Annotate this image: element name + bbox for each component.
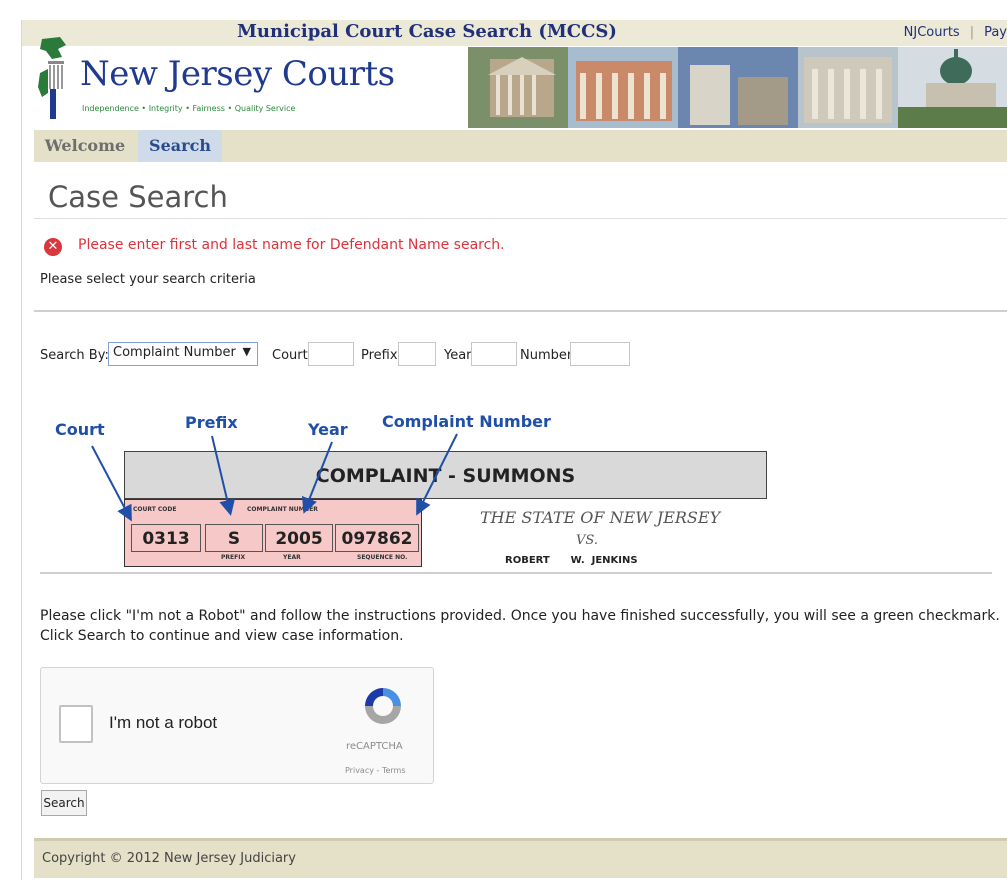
courthouse-photos-image bbox=[468, 47, 1007, 128]
number-input[interactable] bbox=[570, 342, 630, 366]
error-message: Please enter first and last name for Def… bbox=[78, 237, 505, 253]
search-by-selected-value: Complaint Number bbox=[113, 345, 236, 360]
page-title: Case Search bbox=[48, 180, 228, 214]
pay-link[interactable]: Pay bbox=[984, 25, 1007, 40]
court-input[interactable] bbox=[308, 342, 354, 366]
tab-search[interactable]: Search bbox=[138, 130, 222, 162]
logo-wordmark: New Jersey Courts bbox=[80, 54, 395, 94]
annotation-court: Court bbox=[55, 420, 105, 439]
number-label: Number bbox=[520, 348, 573, 363]
sequence-value: 097862 bbox=[335, 524, 419, 552]
prefix-input[interactable] bbox=[398, 342, 436, 366]
prefix-value: S bbox=[205, 524, 263, 552]
complaint-number-block: COURT CODE COMPLAINT NUMBER 0313 S 2005 … bbox=[124, 499, 422, 567]
recaptcha-logo-icon bbox=[365, 688, 401, 724]
year-sub-label: YEAR bbox=[283, 554, 301, 561]
logo-tagline: Independence • Integrity • Fairness • Qu… bbox=[82, 104, 296, 113]
dropdown-arrow-icon: ▼ bbox=[242, 345, 251, 358]
year-input[interactable] bbox=[471, 342, 517, 366]
court-code-value: 0313 bbox=[131, 524, 201, 552]
frame-border bbox=[21, 20, 22, 880]
recaptcha-checkbox[interactable] bbox=[59, 705, 93, 743]
annotation-complaint-number: Complaint Number bbox=[382, 412, 551, 431]
year-label: Year bbox=[444, 348, 472, 363]
nj-state-logo-icon bbox=[38, 37, 66, 119]
annotation-prefix: Prefix bbox=[185, 413, 238, 432]
error-icon: ✕ bbox=[44, 238, 62, 256]
court-code-label: COURT CODE bbox=[133, 506, 177, 513]
form-title: COMPLAINT - SUMMONS bbox=[124, 451, 767, 499]
annotation-year: Year bbox=[308, 420, 348, 439]
prefix-sub-label: PREFIX bbox=[221, 554, 246, 561]
recaptcha-brand: reCAPTCHA bbox=[346, 741, 403, 752]
link-separator: | bbox=[969, 25, 975, 40]
search-by-select[interactable]: Complaint Number ▼ bbox=[108, 342, 258, 366]
prefix-label: Prefix bbox=[361, 348, 398, 363]
courthouse-photo-banner bbox=[468, 47, 1007, 128]
search-button[interactable]: Search bbox=[41, 790, 87, 816]
copyright-text: Copyright © 2012 New Jersey Judiciary bbox=[42, 851, 296, 866]
diagram-divider bbox=[40, 572, 992, 574]
defendant-name-text: ROBERT W. JENKINS bbox=[505, 555, 638, 566]
complaint-summons-example: COMPLAINT - SUMMONS COURT CODE COMPLAINT… bbox=[124, 451, 767, 569]
nav-bar: Welcome Search bbox=[34, 130, 1007, 162]
court-label: Court bbox=[272, 348, 308, 363]
footer: Copyright © 2012 New Jersey Judiciary bbox=[34, 838, 1007, 878]
captcha-instructions: Please click "I'm not a Robot" and follo… bbox=[40, 608, 1000, 644]
tab-welcome[interactable]: Welcome bbox=[34, 130, 136, 162]
criteria-prompt: Please select your search criteria bbox=[40, 272, 256, 287]
recaptcha-widget: I'm not a robot reCAPTCHA Privacy - Term… bbox=[40, 667, 434, 784]
app-title: Municipal Court Case Search (MCCS) bbox=[237, 21, 617, 42]
section-divider bbox=[34, 310, 1007, 312]
state-of-nj-text: THE STATE OF NEW JERSEY bbox=[480, 508, 721, 527]
recaptcha-privacy-terms[interactable]: Privacy - Terms bbox=[345, 766, 406, 775]
complaint-number-label: COMPLAINT NUMBER bbox=[247, 506, 318, 513]
sequence-sub-label: SEQUENCE NO. bbox=[357, 554, 408, 561]
njcourts-link[interactable]: NJCourts bbox=[904, 25, 960, 40]
recaptcha-label: I'm not a robot bbox=[109, 713, 218, 732]
year-value: 2005 bbox=[265, 524, 333, 552]
header-links: NJCourts | Pay bbox=[904, 25, 1007, 40]
vs-text: VS. bbox=[576, 533, 598, 548]
search-by-label: Search By: bbox=[40, 348, 109, 363]
title-divider bbox=[34, 218, 1007, 219]
